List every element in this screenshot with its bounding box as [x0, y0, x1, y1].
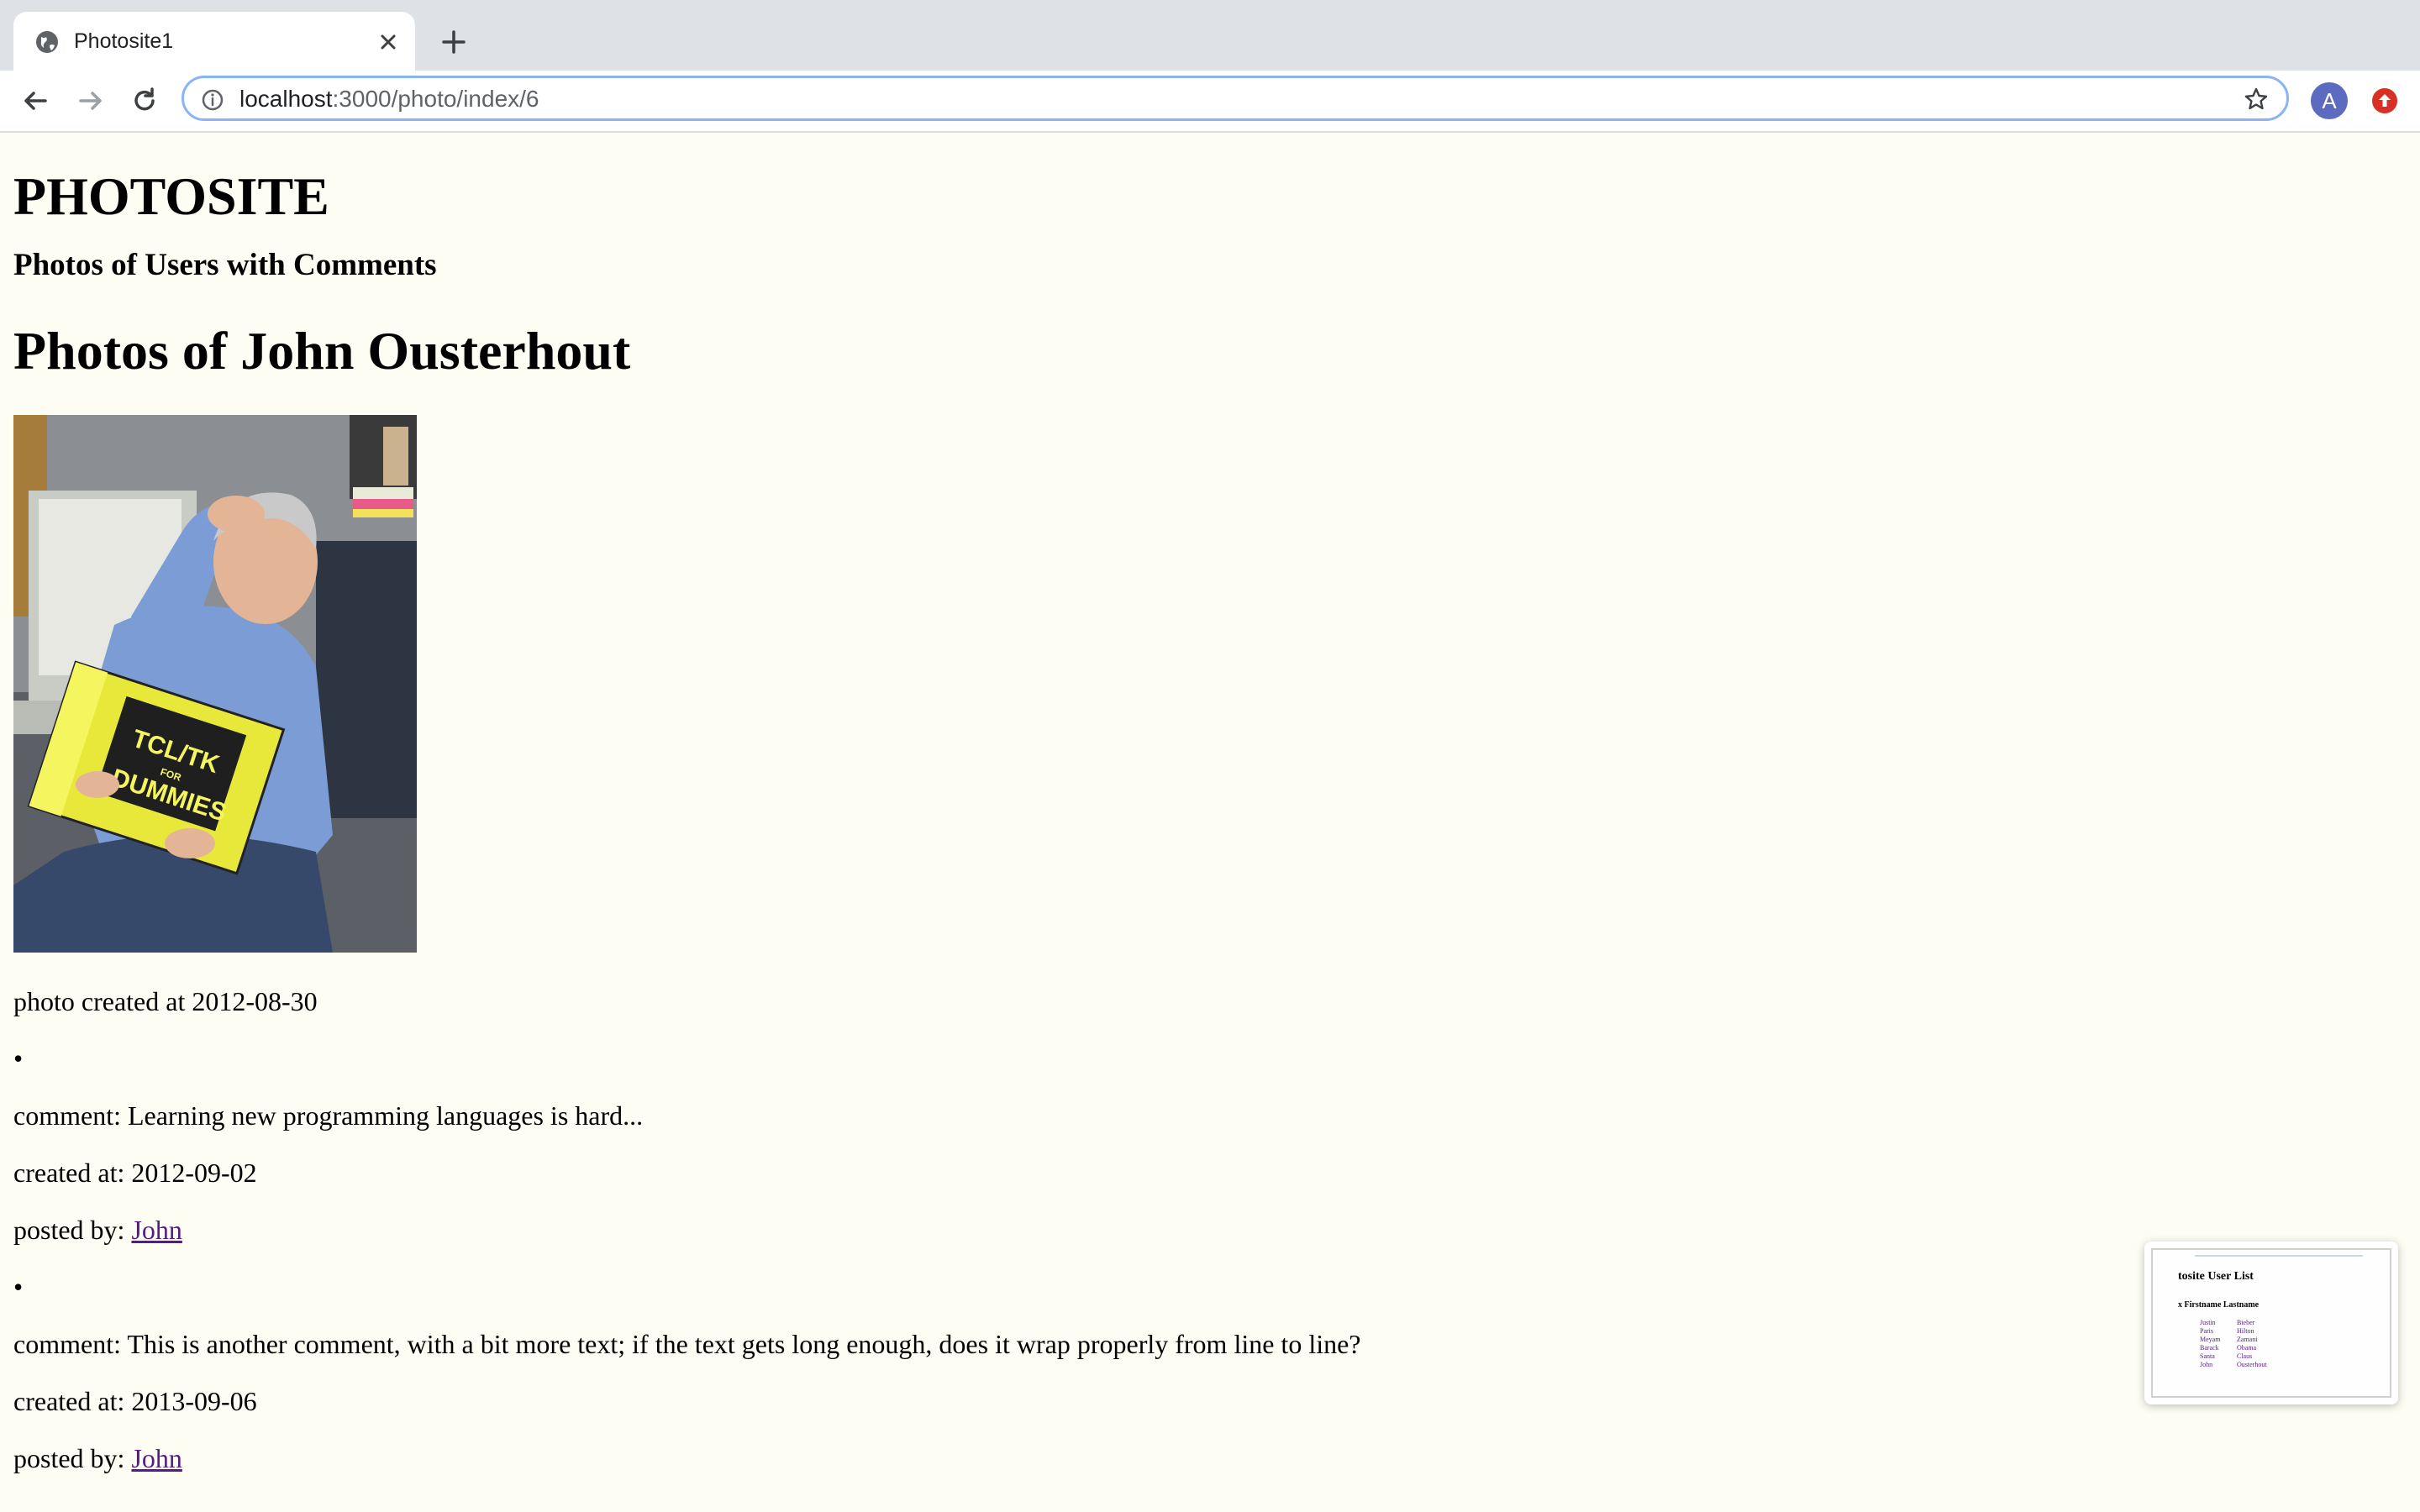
thumbnail-last-name: Hilton [2237, 1327, 2254, 1335]
user-photo: TCL/TK FOR DUMMIES [13, 415, 417, 953]
globe-icon [36, 31, 58, 53]
list-bullet: • [13, 1272, 24, 1302]
update-icon[interactable] [2370, 86, 2400, 116]
forward-icon[interactable] [74, 84, 108, 118]
thumbnail-title: tosite User List [2178, 1270, 2254, 1283]
comment-text: comment: Learning new programming langua… [13, 1100, 644, 1131]
list-bullet: • [13, 1043, 24, 1074]
thumbnail-first-name: Meyam [2200, 1336, 2221, 1343]
thumbnail-last-name: Ousterhout [2237, 1361, 2267, 1368]
author-link[interactable]: John [131, 1443, 182, 1473]
site-title: PHOTOSITE [13, 166, 329, 226]
url-path: :3000/photo/index/6 [332, 86, 539, 112]
author-link[interactable]: John [131, 1215, 182, 1245]
bookmark-star-icon[interactable] [2243, 86, 2270, 113]
url-host: localhost [239, 86, 333, 112]
comment-posted-by: posted by: John [13, 1441, 2400, 1475]
comment-text: comment: This is another comment, with a… [13, 1329, 1361, 1359]
comment-created-date: created at: 2013-09-06 [13, 1386, 257, 1416]
user-photos-heading: Photos of John Ousterhout [13, 321, 631, 381]
thumbnail-first-name: Santa [2200, 1352, 2215, 1360]
posted-by-label: posted by: [13, 1443, 132, 1473]
thumbnail-first-name: Paris [2200, 1327, 2213, 1335]
thumbnail-last-name: Claus [2237, 1352, 2253, 1360]
url-text: localhost:3000/photo/index/6 [239, 85, 539, 113]
reload-icon[interactable] [128, 84, 161, 118]
page-content: PHOTOSITE Photos of Users with Comments … [13, 133, 2400, 1475]
tab-preview-thumbnail[interactable]: tosite User List x Firstname Lastname Ju… [2144, 1242, 2398, 1404]
thumbnail-page: tosite User List x Firstname Lastname Ju… [2151, 1248, 2391, 1398]
thumbnail-first-names: Justin Paris Meyam Barack Santa John [2200, 1319, 2220, 1369]
thumbnail-first-name: Barack [2200, 1344, 2219, 1352]
back-icon[interactable] [18, 84, 52, 118]
new-tab-icon[interactable] [437, 25, 471, 59]
comment-created-date: created at: 2012-09-02 [13, 1158, 257, 1188]
thumbnail-last-name: Obama [2237, 1344, 2257, 1352]
thumbnail-first-name: Justin [2200, 1319, 2216, 1326]
info-icon[interactable] [201, 88, 224, 112]
thumbnail-address-bar [2195, 1255, 2363, 1257]
photo-created-date: photo created at 2012-08-30 [13, 986, 318, 1016]
address-bar[interactable]: localhost:3000/photo/index/6 [182, 76, 2289, 121]
photo-image: TCL/TK FOR DUMMIES [13, 415, 417, 953]
page-subtitle: Photos of Users with Comments [13, 248, 437, 282]
thumbnail-header: x Firstname Lastname [2178, 1300, 2260, 1310]
comment-item: • comment: This is another comment, with… [13, 1270, 2400, 1475]
thumbnail-last-name: Bieber [2237, 1319, 2255, 1326]
posted-by-label: posted by: [13, 1215, 132, 1245]
comment-posted-by: posted by: John [13, 1213, 2400, 1247]
thumbnail-last-name: Zamani [2237, 1336, 2258, 1343]
tab-photosite[interactable]: Photosite1 [13, 12, 415, 71]
tab-title: Photosite1 [74, 29, 174, 53]
comment-item: • comment: Learning new programming lang… [13, 1042, 2400, 1247]
thumbnail-last-names: Bieber Hilton Zamani Obama Claus Ousterh… [2237, 1319, 2267, 1369]
profile-avatar[interactable]: A [2311, 82, 2348, 119]
close-icon[interactable] [376, 30, 400, 54]
thumbnail-first-name: John [2200, 1361, 2213, 1368]
tab-strip: Photosite1 [0, 0, 2420, 71]
browser-toolbar: localhost:3000/photo/index/6 A [0, 71, 2420, 133]
